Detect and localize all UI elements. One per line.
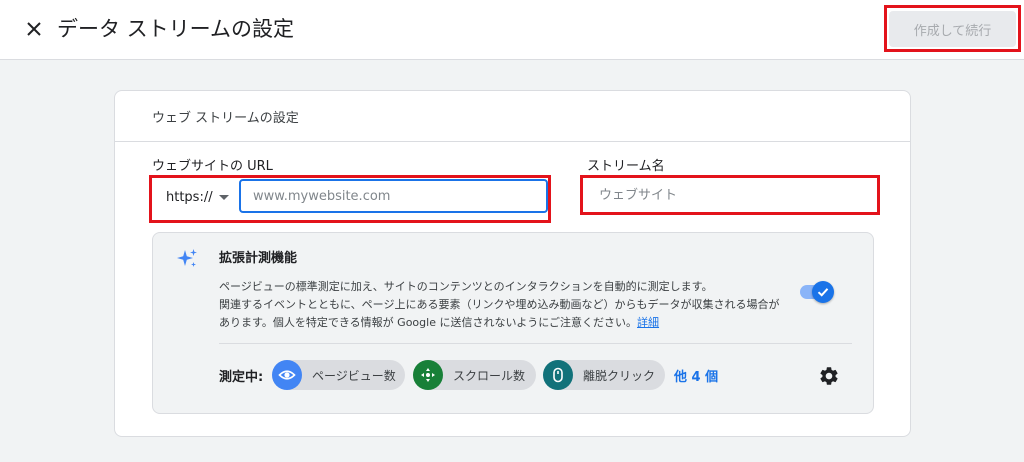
chip-label: ページビュー数: [312, 368, 396, 383]
card-title: ウェブ ストリームの設定: [152, 111, 299, 126]
website-url-label: ウェブサイトの URL: [152, 159, 273, 174]
card-header: ウェブ ストリームの設定: [115, 91, 910, 142]
description-line: ページビューの標準測定に加え、サイトのコンテンツとのインタラクションを自動的に測…: [219, 280, 713, 293]
page-title: データ ストリームの設定: [57, 17, 295, 41]
toggle-thumb: [812, 281, 834, 303]
close-icon[interactable]: [22, 17, 46, 41]
protocol-dropdown[interactable]: https://: [157, 181, 237, 213]
divider: [219, 343, 852, 344]
enhanced-measurement-description: ページビューの標準測定に加え、サイトのコンテンツとのインタラクションを自動的に測…: [219, 278, 799, 332]
mouse-icon: [543, 360, 573, 390]
crosshair-icon: [413, 360, 443, 390]
description-line: 関連するイベントとともに、ページ上にある要素（リンクや埋め込み動画など）からもデ…: [219, 298, 780, 311]
eye-icon: [272, 360, 302, 390]
enhanced-measurement-toggle[interactable]: [800, 281, 834, 303]
check-icon: [817, 288, 829, 297]
chip-scrolls[interactable]: スクロール数: [413, 360, 536, 390]
gear-icon[interactable]: [818, 365, 840, 387]
caret-down-icon: [218, 194, 229, 200]
create-and-continue-button[interactable]: 作成して続行: [889, 11, 1016, 47]
website-url-input[interactable]: [239, 179, 548, 213]
chip-label: 離脱クリック: [583, 368, 656, 383]
chip-page-views[interactable]: ページビュー数: [272, 360, 405, 390]
description-line: あります。個人を特定できる情報が Google に送信されないようにご注意くださ…: [219, 316, 638, 329]
details-link[interactable]: 詳細: [637, 316, 659, 329]
chip-outbound-clicks[interactable]: 離脱クリック: [543, 360, 665, 390]
header: データ ストリームの設定: [0, 0, 1024, 60]
more-events-link[interactable]: 他 4 個: [674, 366, 718, 385]
protocol-value: https://: [166, 189, 213, 205]
stream-name-label: ストリーム名: [587, 159, 665, 174]
enhanced-measurement-title: 拡張計測機能: [219, 251, 298, 266]
measuring-label: 測定中:: [219, 370, 264, 385]
sparkle-icon: [175, 247, 199, 271]
stream-name-input[interactable]: [585, 179, 875, 211]
chip-label: スクロール数: [453, 368, 526, 383]
